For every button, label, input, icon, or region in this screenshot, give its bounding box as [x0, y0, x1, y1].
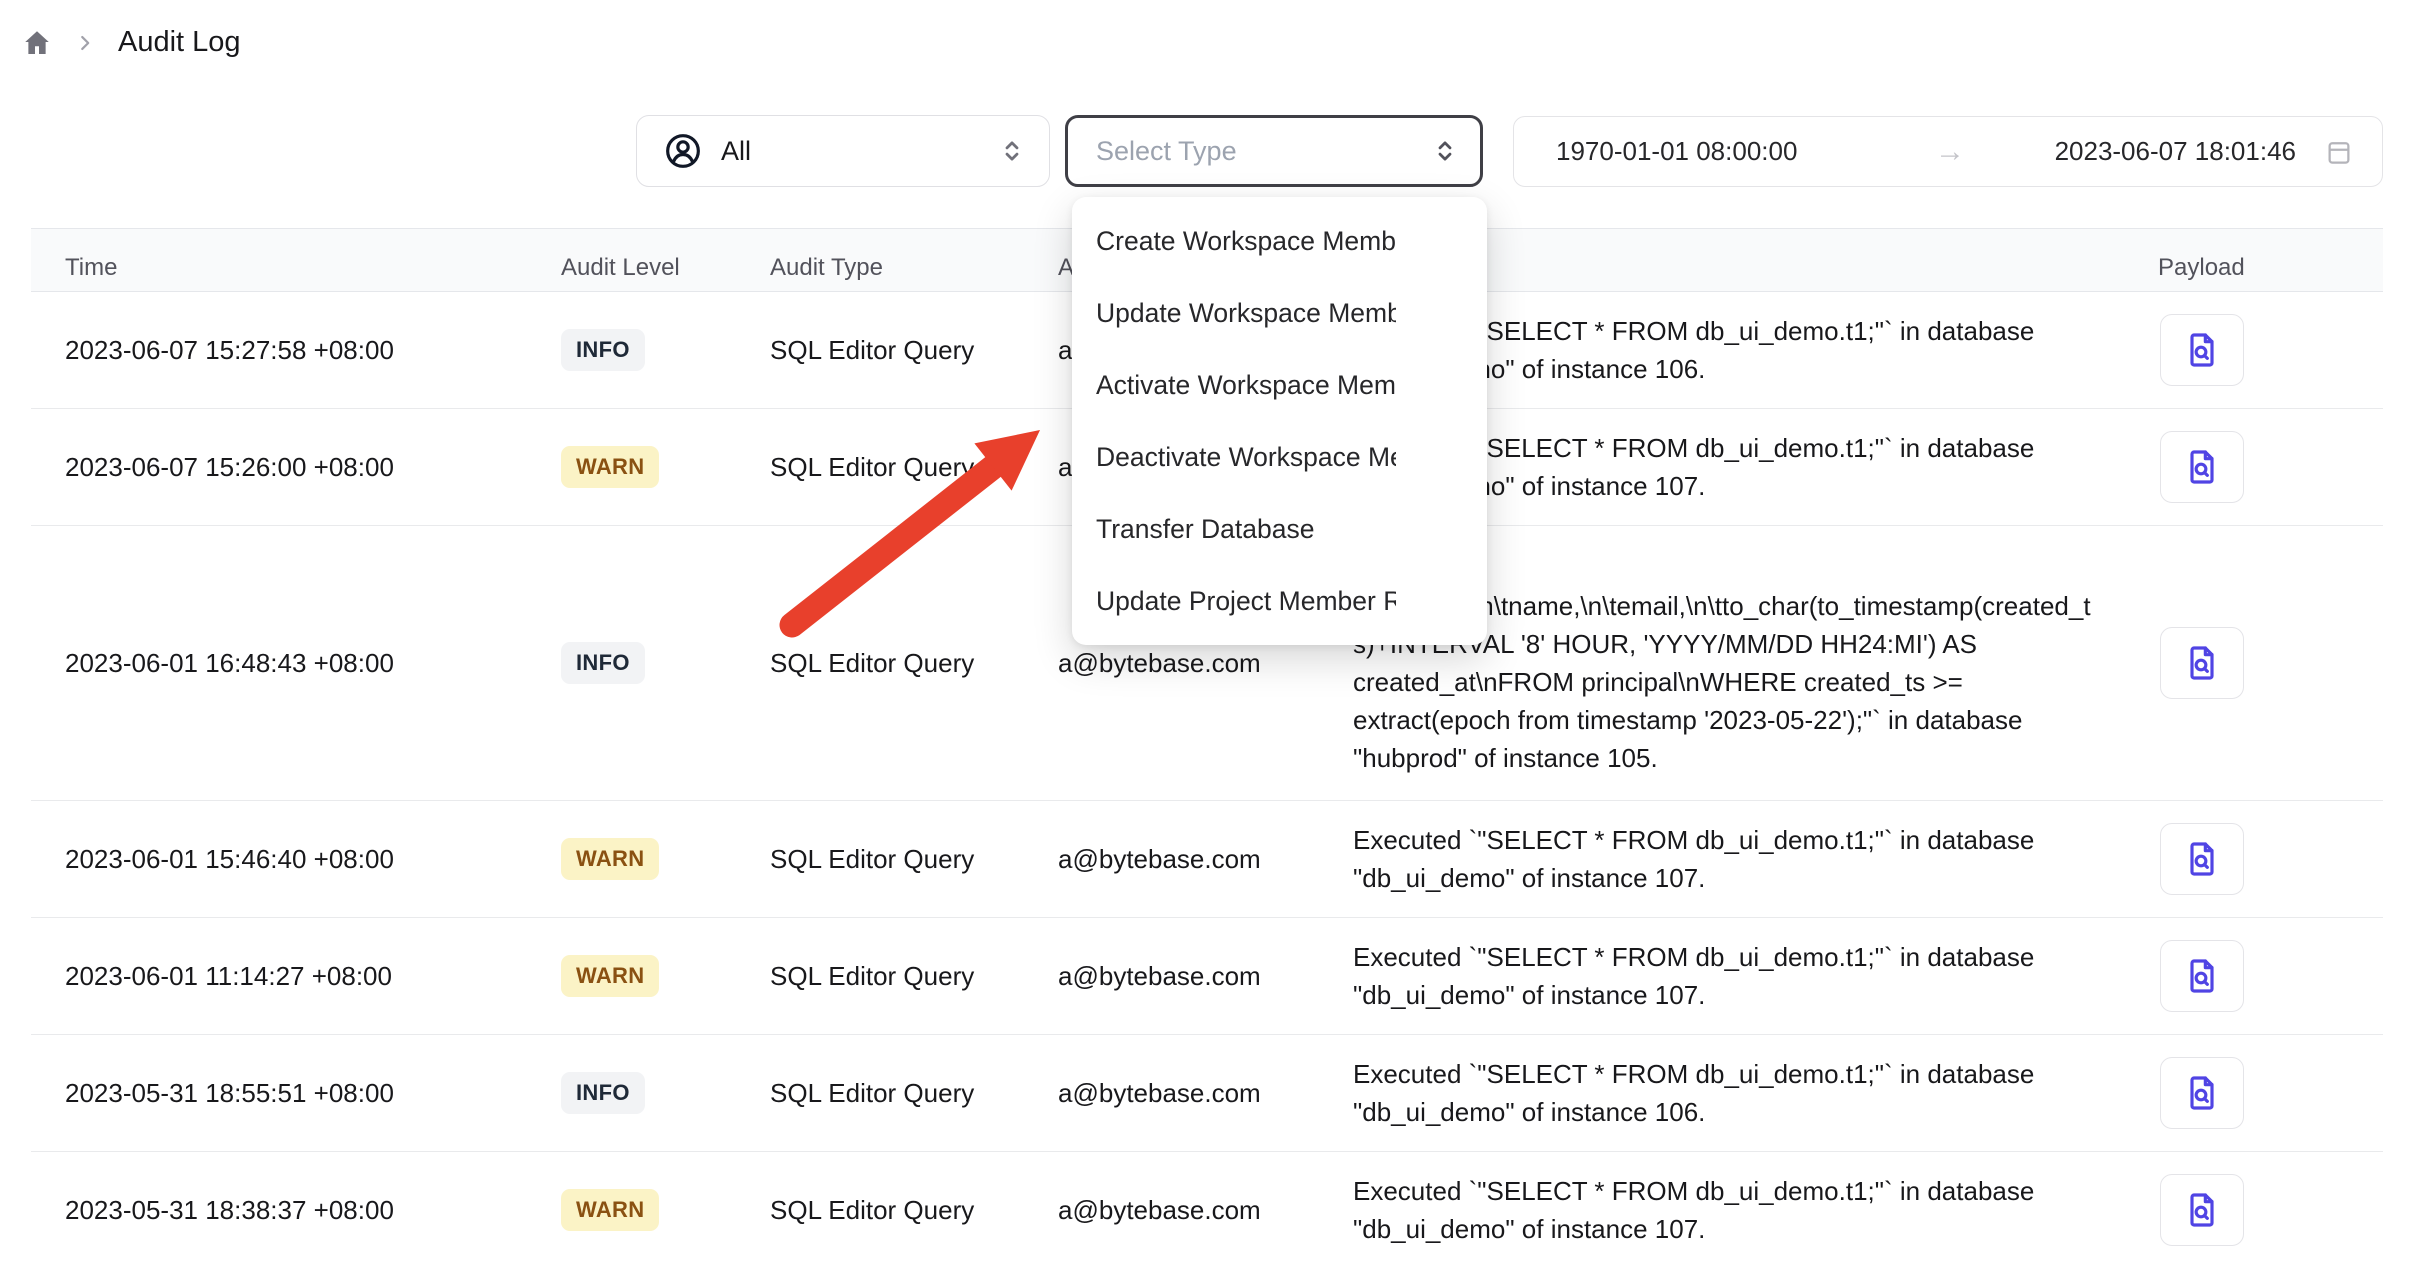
audit-level-badge: WARN	[561, 1189, 659, 1231]
arrow-right-icon: →	[1902, 135, 1998, 169]
audit-type: SQL Editor Query	[770, 452, 1058, 483]
column-header-time: Time	[31, 254, 550, 282]
audit-level-badge: INFO	[561, 329, 645, 371]
audit-level-badge: INFO	[561, 642, 645, 684]
document-search-icon	[2182, 330, 2222, 370]
column-header-audit-type: Audit Type	[770, 254, 1058, 282]
date-range-picker[interactable]: 1970-01-01 08:00:00 → 2023-06-07 18:01:4…	[1513, 116, 2383, 187]
audit-type: SQL Editor Query	[770, 961, 1058, 992]
date-range-end[interactable]: 2023-06-07 18:01:46	[1998, 136, 2296, 167]
audit-type: SQL Editor Query	[770, 648, 1058, 679]
audit-time: 2023-05-31 18:55:51 +08:00	[31, 1078, 550, 1109]
audit-comment: Executed `"SELECT * FROM db_ui_demo.t1;"…	[1353, 801, 2110, 917]
actor-filter-select[interactable]: All	[636, 115, 1050, 187]
audit-time: 2023-06-07 15:26:00 +08:00	[31, 452, 550, 483]
calendar-icon	[2324, 137, 2354, 167]
audit-actor: a@bytebase.com	[1058, 844, 1353, 875]
audit-level-badge: INFO	[561, 1072, 645, 1114]
audit-comment: Executed `"SELECT * FROM db_ui_demo.t1;"…	[1353, 1035, 2110, 1151]
chevron-right-icon	[74, 32, 96, 54]
audit-time: 2023-06-07 15:27:58 +08:00	[31, 335, 550, 366]
audit-level-badge: WARN	[561, 955, 659, 997]
audit-time: 2023-06-01 11:14:27 +08:00	[31, 961, 550, 992]
audit-level-badge: WARN	[561, 446, 659, 488]
home-icon[interactable]	[22, 28, 52, 58]
audit-type: SQL Editor Query	[770, 844, 1058, 875]
payload-button[interactable]	[2160, 940, 2244, 1012]
audit-actor: a@bytebase.com	[1058, 648, 1353, 679]
table-row: 2023-06-01 15:46:40 +08:00 WARN SQL Edit…	[31, 801, 2383, 918]
menu-item-update-workspace-member[interactable]: Update Workspace Member	[1072, 277, 1487, 349]
audit-time: 2023-06-01 16:48:43 +08:00	[31, 648, 550, 679]
type-filter-select[interactable]: Select Type	[1065, 115, 1483, 187]
audit-level-badge: WARN	[561, 838, 659, 880]
page-title: Audit Log	[118, 26, 241, 59]
breadcrumb: Audit Log	[22, 26, 241, 59]
audit-comment: Executed `"SELECT * FROM db_ui_demo.t1;"…	[1353, 1152, 2110, 1268]
menu-item-deactivate-workspace-member[interactable]: Deactivate Workspace Member	[1072, 421, 1487, 493]
table-row: 2023-06-01 11:14:27 +08:00 WARN SQL Edit…	[31, 918, 2383, 1035]
payload-button[interactable]	[2160, 1057, 2244, 1129]
audit-type: SQL Editor Query	[770, 1078, 1058, 1109]
document-search-icon	[2182, 956, 2222, 996]
actor-filter-value: All	[721, 136, 751, 167]
menu-item-update-project-member[interactable]: Update Project Member Role	[1072, 565, 1487, 637]
table-row: 2023-05-31 18:38:37 +08:00 WARN SQL Edit…	[31, 1152, 2383, 1268]
audit-type: SQL Editor Query	[770, 1195, 1058, 1226]
payload-button[interactable]	[2160, 431, 2244, 503]
table-row: 2023-05-31 18:55:51 +08:00 INFO SQL Edit…	[31, 1035, 2383, 1152]
menu-item-activate-workspace-member[interactable]: Activate Workspace Member	[1072, 349, 1487, 421]
menu-item-transfer-database[interactable]: Transfer Database	[1072, 493, 1487, 565]
audit-log-page: Audit Log All Select Type	[0, 0, 2410, 1268]
date-range-start[interactable]: 1970-01-01 08:00:00	[1556, 136, 1902, 167]
audit-time: 2023-06-01 15:46:40 +08:00	[31, 844, 550, 875]
audit-actor: a@bytebase.com	[1058, 1195, 1353, 1226]
column-header-payload: Payload	[2110, 254, 2383, 282]
chevron-up-down-icon	[997, 136, 1027, 166]
payload-button[interactable]	[2160, 627, 2244, 699]
audit-time: 2023-05-31 18:38:37 +08:00	[31, 1195, 550, 1226]
audit-comment: Executed `"SELECT * FROM db_ui_demo.t1;"…	[1353, 918, 2110, 1034]
payload-button[interactable]	[2160, 1174, 2244, 1246]
document-search-icon	[2182, 839, 2222, 879]
chevron-up-down-icon	[1430, 136, 1460, 166]
audit-actor: a@bytebase.com	[1058, 1078, 1353, 1109]
type-dropdown-menu: Create Workspace Member Update Workspace…	[1072, 197, 1487, 645]
audit-actor: a@bytebase.com	[1058, 961, 1353, 992]
menu-item-create-workspace-member[interactable]: Create Workspace Member	[1072, 205, 1487, 277]
filter-bar: All Select Type 1970-01-01 08:00:00 → 20…	[0, 115, 2410, 189]
user-circle-icon	[663, 131, 703, 171]
document-search-icon	[2182, 1190, 2222, 1230]
type-filter-placeholder: Select Type	[1096, 136, 1237, 167]
document-search-icon	[2182, 643, 2222, 683]
column-header-audit-level: Audit Level	[550, 254, 770, 282]
payload-button[interactable]	[2160, 314, 2244, 386]
document-search-icon	[2182, 447, 2222, 487]
audit-type: SQL Editor Query	[770, 335, 1058, 366]
payload-button[interactable]	[2160, 823, 2244, 895]
document-search-icon	[2182, 1073, 2222, 1113]
